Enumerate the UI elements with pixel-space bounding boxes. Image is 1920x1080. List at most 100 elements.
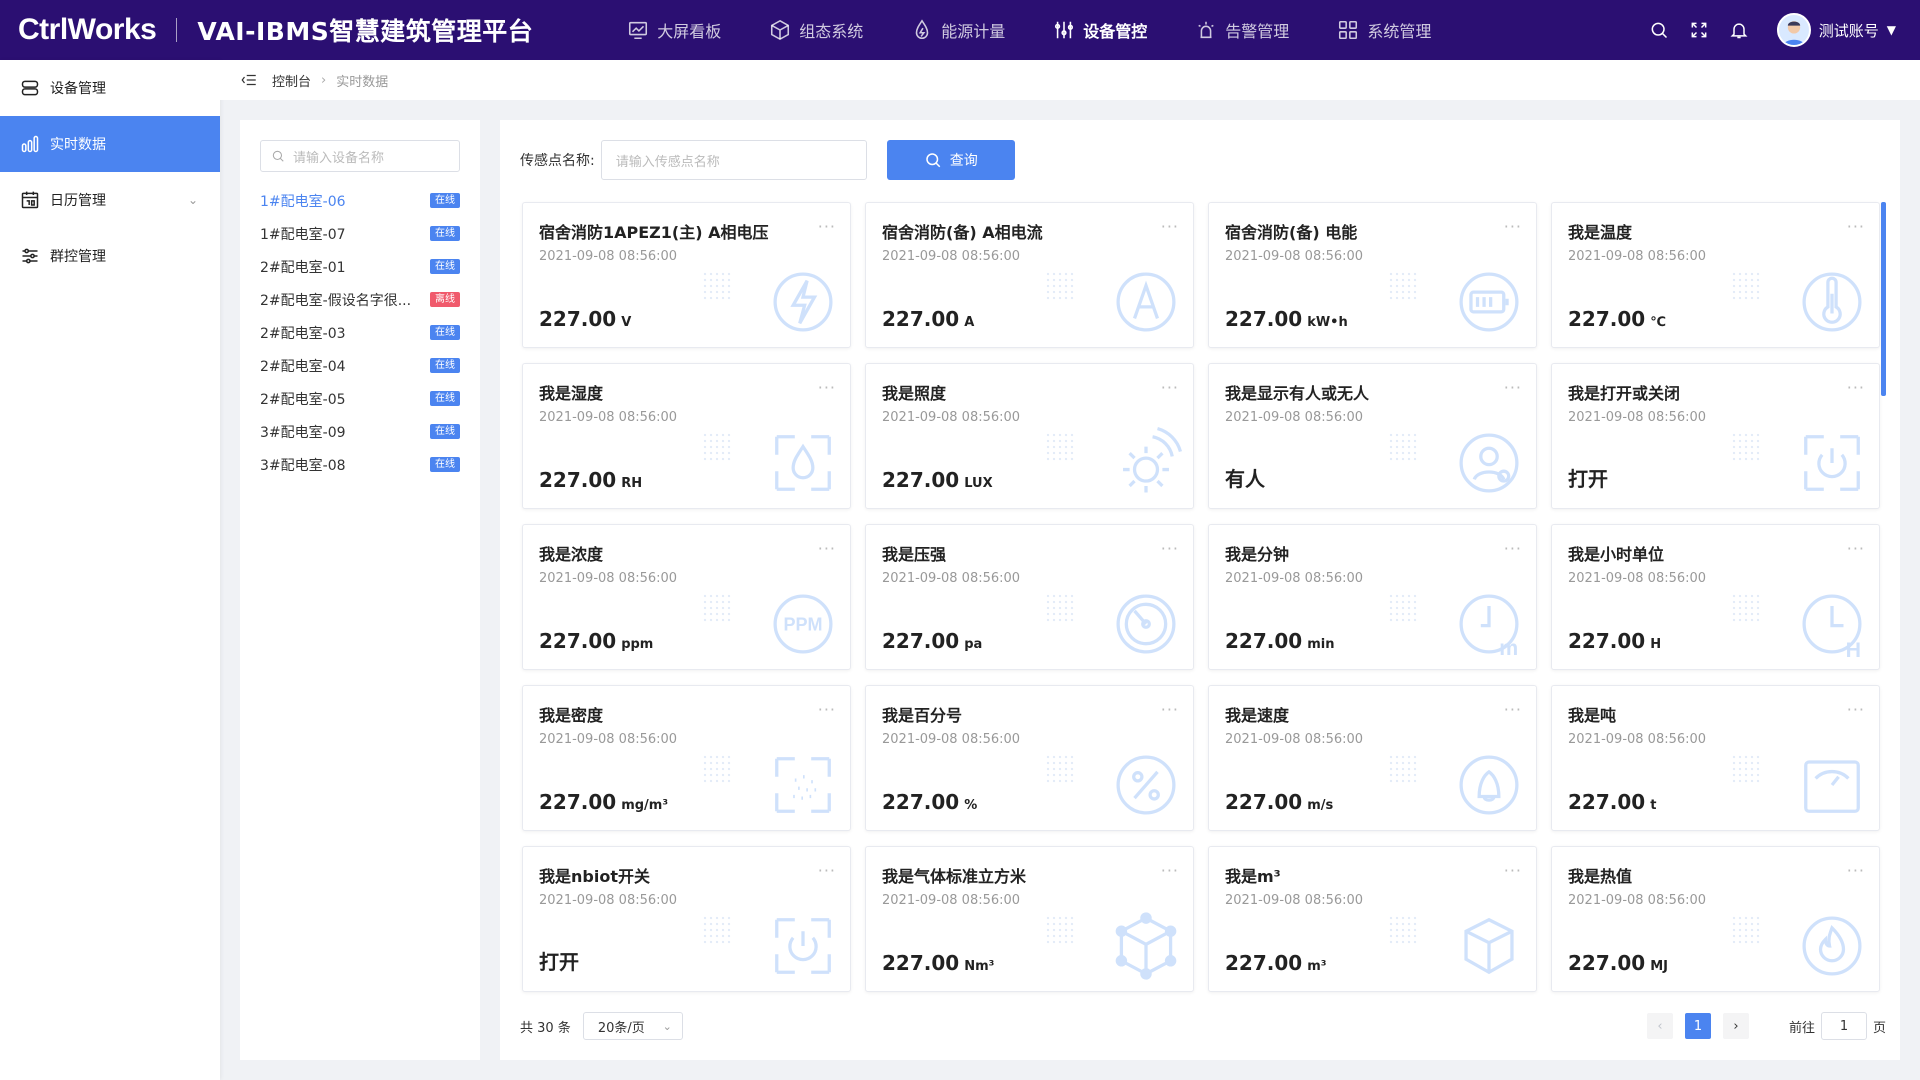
sensor-card[interactable]: 我是nbiot开关 ··· 2021-09-08 08:56:00 打开 [522, 846, 851, 992]
device-list-item[interactable]: 1#配电室-06 在线 [260, 184, 460, 217]
sensor-card[interactable]: 我是显示有人或无人 ··· 2021-09-08 08:56:00 有人 [1208, 363, 1537, 509]
avatar[interactable] [1776, 13, 1811, 47]
more-options-icon[interactable]: ··· [818, 539, 836, 558]
sensor-title: 宿舍消防1APEZ1(主) A相电压 [539, 223, 769, 242]
sensor-card[interactable]: 我是打开或关闭 ··· 2021-09-08 08:56:00 打开 [1551, 363, 1880, 509]
chevron-down-icon[interactable]: ⌄ [188, 193, 198, 207]
scale-icon [1804, 760, 1860, 813]
status-badge: 在线 [430, 424, 460, 439]
page-suffix: 页 [1872, 1020, 1886, 1036]
sensor-card[interactable]: 我是湿度 ··· 2021-09-08 08:56:00 227.00 RH [522, 363, 851, 509]
clock-hour-icon: H [1802, 594, 1862, 662]
sensor-title: 宿舍消防(备) A相电流 [882, 223, 1043, 242]
device-list-item[interactable]: 2#配电室-05 在线 [260, 382, 460, 415]
device-list-item[interactable]: 1#配电室-07 在线 [260, 217, 460, 250]
more-options-icon[interactable]: ··· [1504, 700, 1522, 719]
device-name: 2#配电室-01 [260, 259, 346, 276]
sidebar-item-group-control[interactable]: 群控管理 [0, 228, 220, 284]
sensor-card[interactable]: 我是热值 ··· 2021-09-08 08:56:00 227.00 MJ [1551, 846, 1880, 992]
brand-logo[interactable]: CtrlWorks [18, 13, 157, 47]
nav-configuration[interactable]: 组态系统 [745, 0, 887, 60]
more-options-icon[interactable]: ··· [818, 861, 836, 880]
goto-page-input[interactable]: 1 [1820, 1012, 1867, 1040]
sensor-card[interactable]: 我是密度 ··· 2021-09-08 08:56:00 227.00 mg/m³ [522, 685, 851, 831]
bell-icon[interactable] [1729, 20, 1749, 40]
sidebar-item-calendar[interactable]: 日历管理 ⌄ [0, 172, 220, 228]
sensor-unit: H [1650, 637, 1662, 652]
decor-dot-grid [702, 432, 732, 462]
query-button[interactable]: 查询 [886, 140, 1015, 180]
device-list-item[interactable]: 2#配电室-假设名字很... 离线 [260, 283, 460, 316]
sensor-value: 227.00 [1225, 307, 1303, 331]
nav-energy[interactable]: 能源计量 [887, 0, 1029, 60]
nav-system[interactable]: 系统管理 [1313, 0, 1455, 60]
decor-dot-grid [1731, 754, 1761, 784]
more-options-icon[interactable]: ··· [1847, 378, 1865, 397]
more-options-icon[interactable]: ··· [1847, 700, 1865, 719]
device-list-item[interactable]: 2#配电室-03 在线 [260, 316, 460, 349]
gauge-icon [1116, 594, 1176, 654]
page-size-select[interactable]: 20条/页 ⌄ [582, 1012, 683, 1040]
more-options-icon[interactable]: ··· [1161, 378, 1179, 397]
more-options-icon[interactable]: ··· [1504, 861, 1522, 880]
sensor-card[interactable]: 我是吨 ··· 2021-09-08 08:56:00 227.00 t [1551, 685, 1880, 831]
device-list-item[interactable]: 2#配电室-04 在线 [260, 349, 460, 382]
scrollbar[interactable] [1881, 202, 1886, 396]
fullscreen-icon[interactable] [1689, 20, 1709, 40]
total-count: 共 30 条 [520, 1020, 571, 1036]
device-search-input[interactable]: 请输入设备名称 [260, 140, 460, 172]
prev-page-button[interactable]: ‹ [1646, 1013, 1673, 1039]
sensor-name-input[interactable]: 请输入传感点名称 [600, 140, 867, 180]
more-options-icon[interactable]: ··· [1847, 861, 1865, 880]
device-list-item[interactable]: 2#配电室-01 在线 [260, 250, 460, 283]
sensor-card[interactable]: 我是速度 ··· 2021-09-08 08:56:00 227.00 m/s [1208, 685, 1537, 831]
power-icon [1804, 435, 1860, 491]
cube-icon [771, 19, 790, 41]
nav-dashboard[interactable]: 大屏看板 [603, 0, 745, 60]
more-options-icon[interactable]: ··· [818, 217, 836, 236]
user-name[interactable]: 测试账号 [1819, 20, 1879, 41]
search-icon[interactable] [1649, 20, 1669, 40]
status-badge: 离线 [430, 292, 460, 307]
more-options-icon[interactable]: ··· [1161, 539, 1179, 558]
collapse-menu-icon[interactable] [240, 71, 258, 89]
sensor-card[interactable]: 宿舍消防(备) A相电流 ··· 2021-09-08 08:56:00 227.00… [865, 202, 1194, 348]
nav-device-control[interactable]: 设备管控 [1029, 0, 1171, 60]
sensor-card[interactable]: 我是分钟 ··· 2021-09-08 08:56:00 m 227.00 min [1208, 524, 1537, 670]
sidebar-item-label: 群控管理 [50, 249, 106, 265]
device-list-item[interactable]: 3#配电室-08 在线 [260, 448, 460, 481]
sensor-card[interactable]: 我是百分号 ··· 2021-09-08 08:56:00 227.00% [865, 685, 1194, 831]
more-options-icon[interactable]: ··· [818, 700, 836, 719]
more-options-icon[interactable]: ··· [818, 378, 836, 397]
sensor-card[interactable]: 我是小时单位 ··· 2021-09-08 08:56:00 H 227.00 H [1551, 524, 1880, 670]
sidebar-item-realtime-data[interactable]: 实时数据 [0, 116, 220, 172]
sensor-value: 有人 [1225, 467, 1265, 491]
more-options-icon[interactable]: ··· [1504, 378, 1522, 397]
sidebar-item-device-management[interactable]: 设备管理 [0, 60, 220, 116]
nav-alarm[interactable]: 告警管理 [1171, 0, 1313, 60]
sensor-title: 我是密度 [539, 706, 604, 725]
caret-down-icon[interactable]: ▼ [1887, 23, 1896, 37]
decor-dot-grid [1388, 593, 1418, 623]
more-options-icon[interactable]: ··· [1504, 539, 1522, 558]
sensor-card[interactable]: 我是气体标准立方米 ··· 2021-09-08 08:56:00 227.00 Nm³ [865, 846, 1194, 992]
device-list-item[interactable]: 3#配电室-09 在线 [260, 415, 460, 448]
sensor-card[interactable]: 我是温度 ··· 2021-09-08 08:56:00 227.00 ℃ [1551, 202, 1880, 348]
sensor-title: 我是吨 [1568, 706, 1617, 725]
breadcrumb-parent[interactable]: 控制台 [272, 71, 311, 90]
sensor-card[interactable]: 宿舍消防(备) 电能 ··· 2021-09-08 08:56:00 227.00 kW… [1208, 202, 1537, 348]
more-options-icon[interactable]: ··· [1847, 539, 1865, 558]
sensor-card[interactable]: 我是浓度 ··· 2021-09-08 08:56:00 PPM 227.00 ppm [522, 524, 851, 670]
more-options-icon[interactable]: ··· [1161, 861, 1179, 880]
more-options-icon[interactable]: ··· [1847, 217, 1865, 236]
sensor-timestamp: 2021-09-08 08:56:00 [539, 732, 678, 747]
sensor-card[interactable]: 宿舍消防1APEZ1(主) A相电压 ··· 2021-09-08 08:56:00… [522, 202, 851, 348]
sensor-card[interactable]: 我是m³ ··· 2021-09-08 08:56:00 227.00 m³ [1208, 846, 1537, 992]
more-options-icon[interactable]: ··· [1504, 217, 1522, 236]
next-page-button[interactable]: › [1722, 1013, 1749, 1039]
more-options-icon[interactable]: ··· [1161, 700, 1179, 719]
sensor-card[interactable]: 我是压强 ··· 2021-09-08 08:56:00 227.00 pa [865, 524, 1194, 670]
more-options-icon[interactable]: ··· [1161, 217, 1179, 236]
sensor-card[interactable]: 我是照度 ··· 2021-09-08 08:56:00 227.00 LUX [865, 363, 1194, 509]
page-number-current[interactable]: 1 [1684, 1013, 1711, 1039]
